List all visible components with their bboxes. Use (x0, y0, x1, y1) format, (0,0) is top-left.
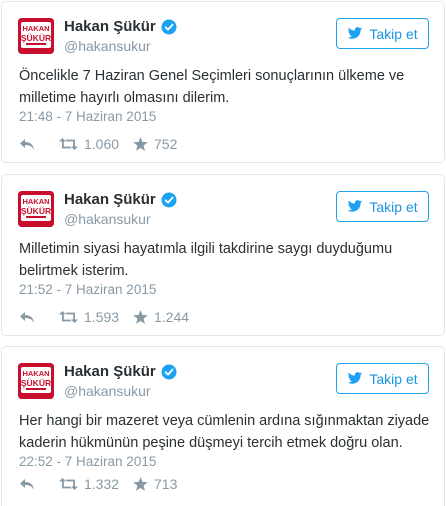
retweet-button[interactable]: 1.332 (59, 476, 133, 492)
user-name-text: Hakan Şükür (64, 363, 156, 380)
reply-button[interactable] (19, 311, 59, 324)
user-name[interactable]: Hakan Şükür (64, 363, 177, 380)
user-name-text: Hakan Şükür (64, 191, 156, 208)
user-handle[interactable]: @hakansukur (64, 211, 151, 227)
tweet-actions: 1.332 713 (19, 476, 177, 492)
verified-badge-icon (161, 192, 177, 207)
like-count: 1.244 (154, 309, 190, 325)
tweet-timestamp[interactable]: 21:52 - 7 Haziran 2015 (19, 282, 156, 297)
retweet-icon (59, 138, 78, 150)
tweet-text: Öncelikle 7 Haziran Genel Seçimleri sonu… (19, 68, 405, 106)
verified-badge-icon (161, 19, 177, 34)
like-button[interactable]: 713 (133, 476, 177, 492)
user-name-text: Hakan Şükür (64, 18, 156, 35)
user-handle[interactable]: @hakansukur (64, 383, 151, 399)
retweet-icon (59, 478, 78, 490)
tweet-text: Her hangi bir mazeret veya cümlenin ardı… (19, 413, 430, 451)
star-icon (133, 310, 148, 324)
follow-button-label: Takip et (369, 370, 418, 387)
follow-button[interactable]: Takip et (336, 363, 429, 394)
bird-plus-icon (348, 200, 363, 212)
like-button[interactable]: 1.244 (133, 309, 189, 325)
svg-text:HAKAN: HAKAN (22, 197, 49, 206)
reply-icon (20, 138, 34, 150)
star-icon (133, 137, 148, 151)
like-count: 713 (154, 476, 178, 492)
avatar[interactable]: HAKAN ŞÜKÜR (18, 18, 54, 54)
like-button[interactable]: 752 (133, 136, 177, 152)
tweet-card-2: HAKAN ŞÜKÜR Hakan Şükür @hakansukur Taki… (1, 174, 445, 336)
user-name[interactable]: Hakan Şükür (64, 191, 177, 208)
retweet-icon (59, 311, 78, 323)
svg-text:ŞÜKÜR: ŞÜKÜR (21, 33, 51, 43)
reply-icon (20, 311, 34, 323)
retweet-button[interactable]: 1.060 (59, 136, 133, 152)
follow-button[interactable]: Takip et (336, 18, 429, 49)
reply-icon (20, 478, 34, 490)
tweet-timestamp[interactable]: 21:48 - 7 Haziran 2015 (19, 109, 156, 124)
svg-text:ŞÜKÜR: ŞÜKÜR (21, 378, 51, 388)
tweet-timestamp[interactable]: 22:52 - 7 Haziran 2015 (19, 454, 156, 469)
avatar-logo: HAKAN ŞÜKÜR (18, 363, 54, 399)
retweet-count: 1.593 (84, 309, 120, 325)
avatar-logo: HAKAN ŞÜKÜR (18, 18, 54, 54)
tweet-text: Milletimin siyasi hayatımla ilgili takdi… (19, 241, 393, 279)
svg-text:HAKAN: HAKAN (22, 369, 49, 378)
retweet-count: 1.332 (84, 476, 120, 492)
user-name[interactable]: Hakan Şükür (64, 18, 177, 35)
star-icon (133, 477, 148, 491)
follow-button-label: Takip et (369, 25, 418, 42)
svg-text:ŞÜKÜR: ŞÜKÜR (21, 206, 51, 216)
avatar[interactable]: HAKAN ŞÜKÜR (18, 191, 54, 227)
follow-button-label: Takip et (369, 198, 418, 215)
avatar-logo: HAKAN ŞÜKÜR (18, 191, 54, 227)
retweet-button[interactable]: 1.593 (59, 309, 133, 325)
bird-plus-icon (348, 27, 363, 39)
tweet-actions: 1.060 752 (19, 136, 177, 152)
reply-button[interactable] (19, 138, 59, 151)
bird-plus-icon (348, 372, 363, 384)
like-count: 752 (154, 136, 178, 152)
verified-badge-icon (161, 364, 177, 379)
tweet-card-1: HAKAN ŞÜKÜR Hakan Şükür @hakansukur Taki… (1, 1, 445, 163)
avatar[interactable]: HAKAN ŞÜKÜR (18, 363, 54, 399)
reply-button[interactable] (19, 478, 59, 491)
follow-button[interactable]: Takip et (336, 191, 429, 222)
retweet-count: 1.060 (84, 136, 120, 152)
tweet-actions: 1.593 1.244 (19, 309, 189, 325)
user-handle[interactable]: @hakansukur (64, 38, 151, 54)
tweet-card-3: HAKAN ŞÜKÜR Hakan Şükür @hakansukur Taki… (1, 346, 445, 506)
svg-text:HAKAN: HAKAN (22, 24, 49, 33)
